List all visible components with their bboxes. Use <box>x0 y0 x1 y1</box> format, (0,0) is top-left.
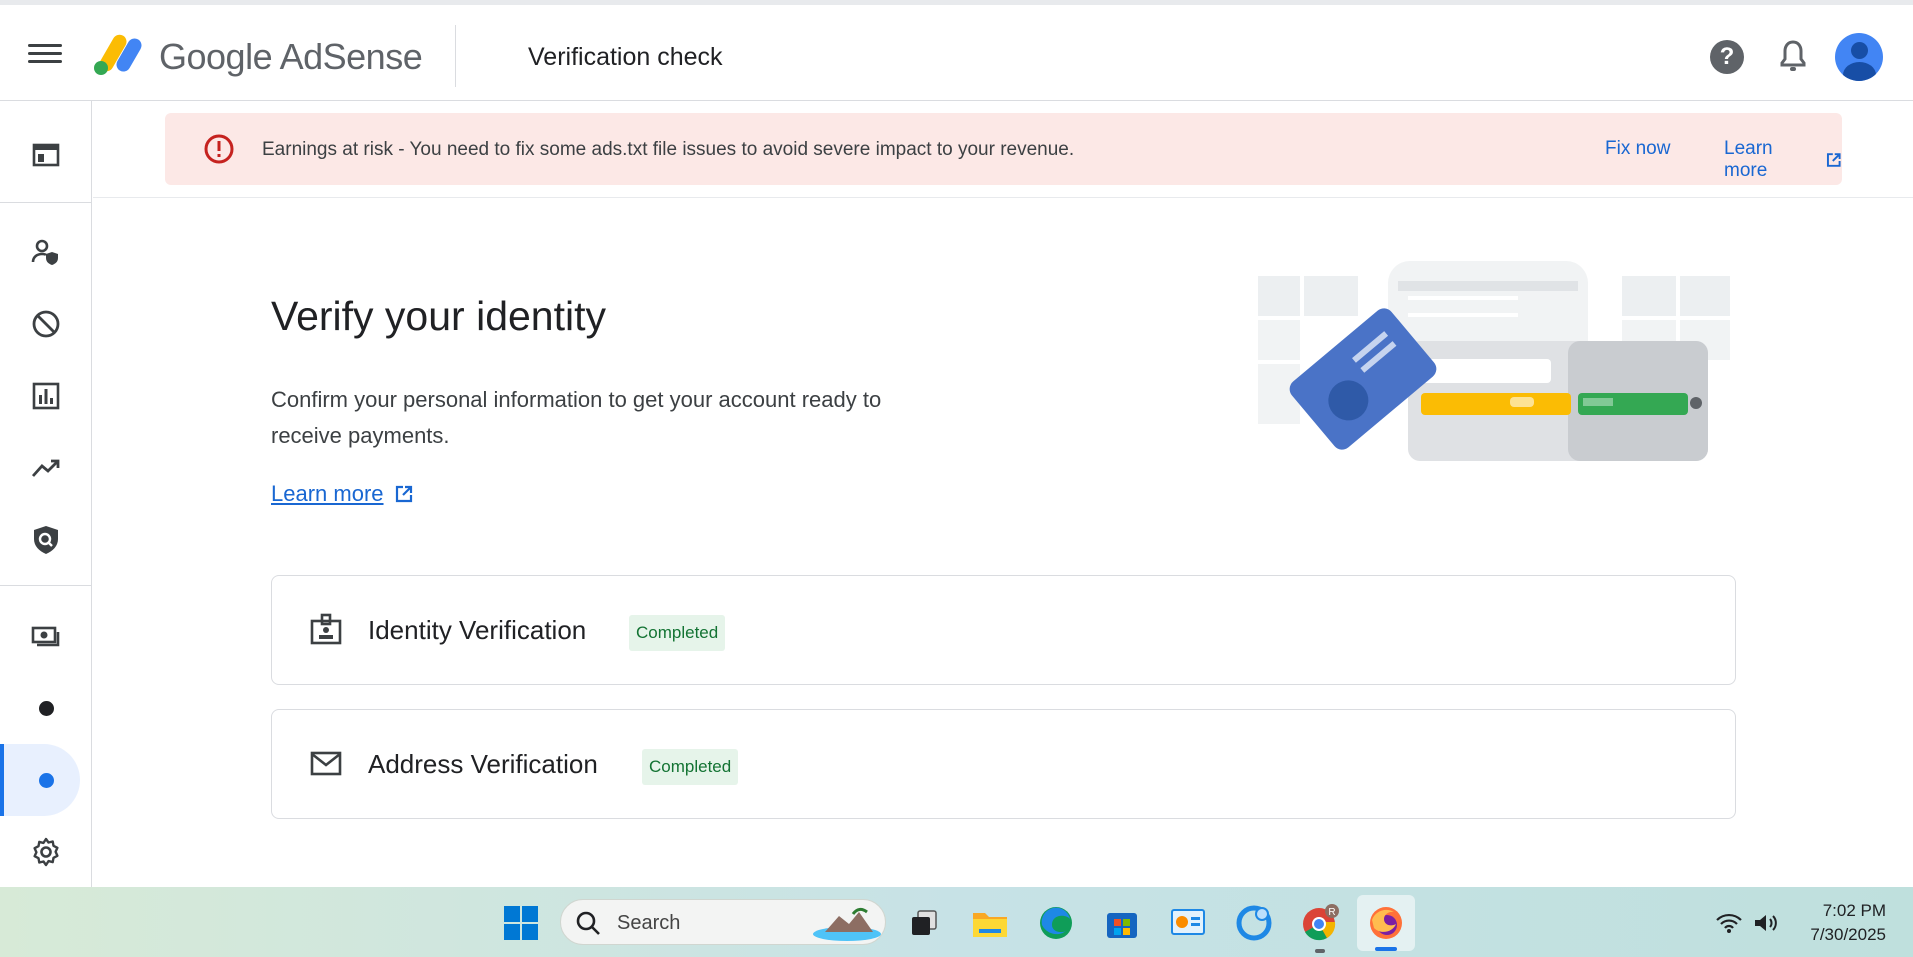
shield-search-icon <box>34 526 58 554</box>
copilot-app-icon[interactable] <box>1234 903 1274 943</box>
notifications-bell-icon[interactable] <box>1777 38 1809 74</box>
avatar-head <box>1851 42 1868 59</box>
sidebar-divider <box>0 585 92 586</box>
firefox-browser-icon[interactable] <box>1357 895 1415 951</box>
brand-name[interactable]: Google AdSense <box>159 36 423 78</box>
search-placeholder: Search <box>617 912 681 934</box>
hamburger-line <box>28 60 62 63</box>
top-app-bar: Google AdSense Verification check ? <box>0 0 1913 101</box>
sidebar-item-settings[interactable] <box>0 816 92 888</box>
clock-time: 7:02 PM <box>1822 901 1886 920</box>
sidebar-item-policy-center[interactable] <box>0 504 92 576</box>
chrome-running-indicator <box>1315 949 1325 953</box>
identity-verification-title: Identity Verification <box>368 615 587 645</box>
hamburger-line <box>28 52 62 55</box>
gear-icon <box>33 837 59 867</box>
earnings-at-risk-banner: Earnings at risk - You need to fix some … <box>165 113 1842 185</box>
dashboard-icon <box>32 143 60 167</box>
taskbar-search[interactable]: Search <box>560 899 886 945</box>
error-icon <box>204 134 234 164</box>
trending-up-icon <box>31 459 60 477</box>
open-in-new-icon <box>1827 153 1842 167</box>
task-view-icon[interactable] <box>904 903 944 943</box>
payments-icon <box>31 626 60 647</box>
sidebar-item-verification-check[interactable] <box>0 744 92 816</box>
chrome-profile-badge: R <box>1328 907 1335 918</box>
learn-more-link[interactable]: Learn more <box>271 481 414 507</box>
search-highlight-art-icon <box>813 907 881 941</box>
avatar-body <box>1843 62 1876 81</box>
badge-id-icon <box>310 613 342 645</box>
block-icon <box>32 310 60 338</box>
header-divider <box>455 25 456 87</box>
alert-learn-more-label: Learn more <box>1724 138 1773 181</box>
section-divider <box>93 197 1913 198</box>
sidebar-item-blocking[interactable] <box>0 288 92 360</box>
identity-verification-card[interactable]: Identity Verification Completed <box>271 575 1736 685</box>
learn-more-label: Learn more <box>271 481 384 506</box>
account-avatar[interactable] <box>1835 33 1883 81</box>
windows-start-icon[interactable] <box>503 905 539 941</box>
sidebar-item-payments-info[interactable] <box>0 672 92 744</box>
chrome-browser-icon[interactable]: R <box>1300 903 1340 943</box>
page-description: Confirm your personal information to get… <box>271 387 882 448</box>
address-verification-title: Address Verification <box>368 749 598 779</box>
user-shield-icon <box>31 239 58 265</box>
search-icon <box>576 911 600 935</box>
wifi-icon[interactable] <box>1715 911 1743 935</box>
open-in-new-icon <box>395 485 412 503</box>
address-verification-card[interactable]: Address Verification Completed <box>271 709 1736 819</box>
nav-dot-active <box>38 772 54 788</box>
fix-now-link[interactable]: Fix now <box>1605 138 1670 160</box>
status-badge: Completed <box>642 749 739 785</box>
verification-illustration <box>1258 261 1730 461</box>
nav-dot <box>38 700 54 716</box>
status-badge: Completed <box>629 615 726 651</box>
main-content: Earnings at risk - You need to fix some … <box>93 101 1913 887</box>
volume-icon[interactable] <box>1752 911 1780 935</box>
side-navigation <box>0 101 92 887</box>
firefox-active-indicator <box>1375 947 1397 951</box>
sidebar-item-payments[interactable] <box>0 600 92 672</box>
alert-message: Earnings at risk - You need to fix some … <box>262 139 1075 160</box>
mail-icon <box>310 751 342 776</box>
adsense-logo-icon[interactable] <box>92 31 144 77</box>
sidebar-item-account[interactable] <box>0 216 92 288</box>
sidebar-item-home[interactable] <box>0 119 92 191</box>
presentation-app-icon[interactable] <box>1168 903 1208 943</box>
alert-learn-more-link[interactable]: Learn more <box>1724 138 1842 182</box>
help-icon[interactable]: ? <box>1710 40 1744 74</box>
file-explorer-icon[interactable] <box>970 903 1010 943</box>
sidebar-item-optimization[interactable] <box>0 432 92 504</box>
system-clock[interactable]: 7:02 PM 7/30/2025 <box>1790 899 1886 947</box>
page-heading: Verify your identity <box>271 293 606 339</box>
main-menu-button[interactable] <box>28 39 62 69</box>
sidebar-divider <box>0 202 92 203</box>
sidebar-item-reports[interactable] <box>0 360 92 432</box>
edge-browser-icon[interactable] <box>1036 903 1076 943</box>
page-title: Verification check <box>528 43 723 71</box>
hamburger-line <box>28 44 62 47</box>
clock-date: 7/30/2025 <box>1810 925 1886 944</box>
windows-taskbar: Search R 7:02 PM 7/30/2025 <box>0 887 1913 957</box>
microsoft-store-icon[interactable] <box>1102 903 1142 943</box>
bar-chart-icon <box>32 382 60 410</box>
